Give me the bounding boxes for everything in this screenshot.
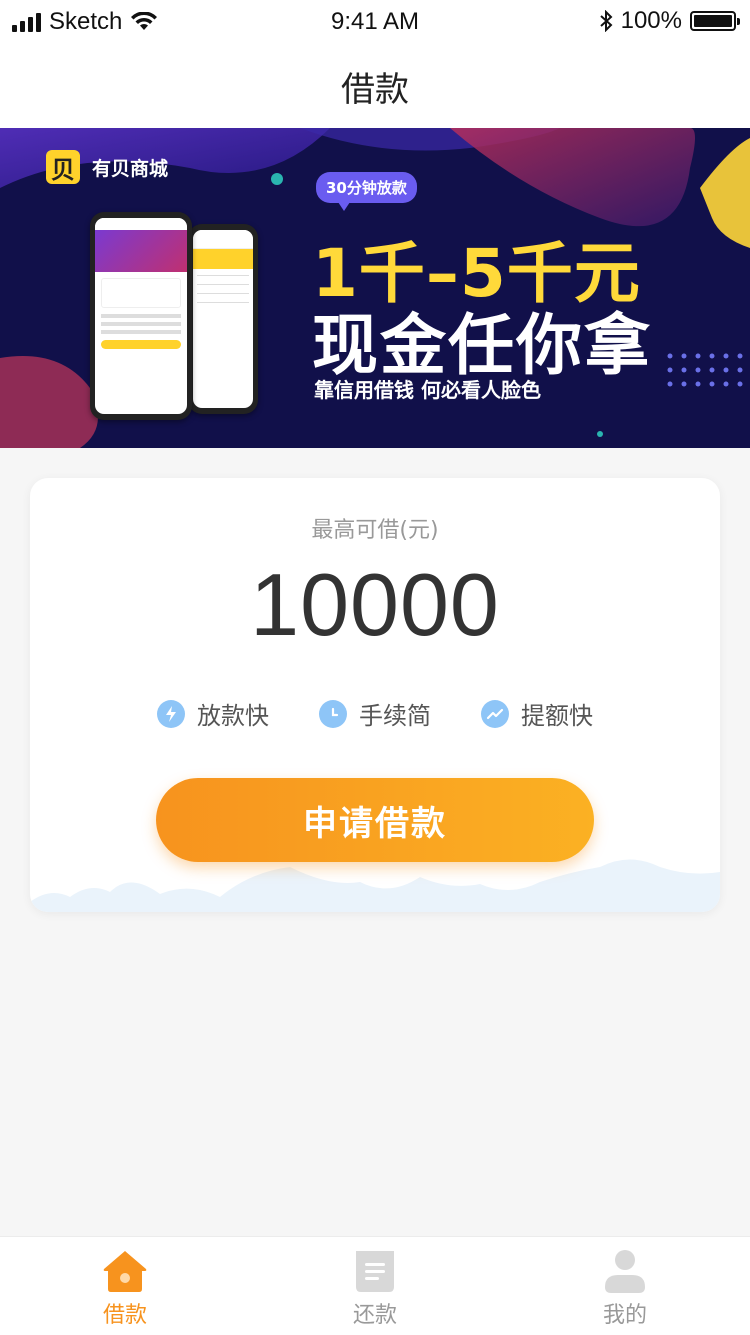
brand-logo-icon: 贝 (46, 150, 80, 184)
brand-logo: 贝 有贝商城 (46, 150, 168, 184)
bluetooth-icon (599, 10, 613, 32)
loan-card: 最高可借(元) 10000 放款快 手续简 提额快 申请借款 (30, 478, 720, 912)
status-bar: Sketch 9:41 AM 100% (0, 0, 750, 44)
tab-label: 我的 (602, 1303, 647, 1328)
tab-repay[interactable]: 还款 (250, 1237, 500, 1335)
user-icon (605, 1250, 645, 1293)
feature-item: 手续简 (319, 696, 431, 731)
battery-percent: 100% (620, 7, 682, 34)
speed-badge: 30分钟放款 (316, 172, 417, 211)
apply-loan-button[interactable]: 申请借款 (156, 778, 594, 862)
lightning-icon (157, 699, 185, 728)
document-icon (356, 1251, 394, 1292)
home-icon (103, 1251, 147, 1292)
phone-mockup-back (188, 224, 258, 414)
phone-mockup-front (90, 212, 192, 420)
feature-item: 放款快 (157, 696, 269, 731)
brand-name: 有贝商城 (92, 157, 169, 180)
banner-slogan: 靠信用借钱 何必看人脸色 (314, 378, 541, 402)
feature-label: 手续简 (359, 702, 431, 730)
nav-bar: 借款 (0, 44, 750, 128)
battery-icon (690, 11, 740, 31)
feature-item: 提额快 (481, 696, 593, 731)
tab-mine[interactable]: 我的 (500, 1237, 750, 1335)
tab-bar: 借款 还款 我的 (0, 1236, 750, 1335)
clock-icon (319, 699, 347, 728)
tab-label: 还款 (352, 1303, 397, 1328)
max-loan-label: 最高可借(元) (311, 518, 439, 543)
tab-loan[interactable]: 借款 (0, 1237, 250, 1335)
tab-label: 借款 (102, 1303, 147, 1328)
page-title: 借款 (341, 70, 409, 110)
max-loan-amount: 10000 (250, 555, 500, 654)
feature-list: 放款快 手续简 提额快 (30, 696, 720, 731)
feature-label: 放款快 (197, 702, 269, 730)
status-right: 100% (599, 7, 740, 35)
trend-up-icon (481, 699, 509, 728)
feature-label: 提额快 (521, 702, 593, 730)
promo-banner[interactable]: 贝 有贝商城 30分钟放款 1千–5千元 现金任你拿 靠信用借钱 何必看人脸色 (0, 128, 750, 448)
